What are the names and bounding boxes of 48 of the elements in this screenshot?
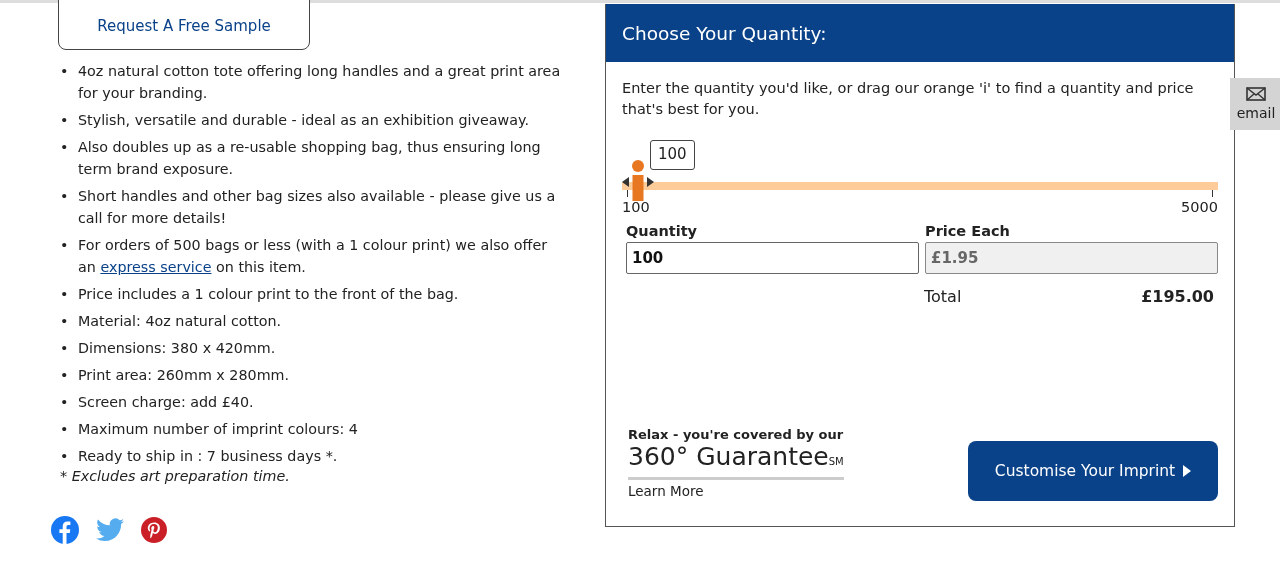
feature-item: Dimensions: 380 x 420mm. [78, 339, 276, 358]
guarantee-intro: Relax - you're covered by our [628, 427, 844, 442]
footnote: * Excludes art preparation time. [60, 468, 291, 484]
price-label: Price Each [925, 223, 1011, 239]
bullet: • [60, 312, 70, 331]
total-value: £195.00 [1141, 287, 1214, 306]
price-field: £1.95 [925, 242, 1218, 274]
feature-item: 4oz natural cotton tote offering long handles and a great print area for your branding. [78, 62, 561, 103]
bullet: • [60, 447, 70, 466]
intro-text: Enter the quantity you'd like, or drag our orange 'i' to find a quantity and price that's best for you. [622, 79, 1195, 119]
feature-item: Print area: 260mm x 280mm. [78, 366, 290, 385]
bullet: • [60, 62, 70, 81]
slider-handle[interactable] [620, 159, 656, 201]
customise-imprint-button[interactable]: Customise Your Imprint [968, 441, 1218, 501]
min-label: 100 [622, 199, 650, 215]
feature-item: Also doubles up as a re-usable shopping bag, thus ensuring long term brand exposure. [78, 138, 542, 179]
quantity-field[interactable]: 100 [626, 242, 919, 274]
request-sample-button[interactable]: Request A Free Sample [58, 0, 310, 50]
express-service-link[interactable]: express service [100, 259, 212, 275]
bullet: • [60, 339, 70, 358]
bullet: • [60, 236, 70, 255]
total-label: Total [924, 287, 962, 306]
email-tab[interactable]: email [1230, 78, 1280, 130]
feature-item: Maximum number of imprint colours: 4 [78, 420, 358, 439]
facebook-icon[interactable] [51, 516, 79, 544]
feature-item: Screen charge: add £40. [78, 393, 254, 412]
bullet: • [60, 111, 70, 130]
guarantee-title: 360° GuaranteeSM [628, 442, 844, 480]
learn-more-link[interactable]: Learn More [628, 483, 844, 499]
bullet: • [60, 138, 70, 157]
envelope-icon [1246, 87, 1266, 101]
feature-item: Price includes a 1 colour print to the front of the bag. [78, 285, 459, 304]
quantity-label: Quantity [626, 223, 699, 239]
bullet: • [60, 393, 70, 412]
feature-item: Stylish, versatile and durable - ideal as an exhibition giveaway. [78, 111, 529, 130]
feature-item: Material: 4oz natural cotton. [78, 312, 282, 331]
panel-title: Choose Your Quantity: [622, 22, 827, 44]
feature-item: Ready to ship in : 7 business days *. [78, 447, 338, 466]
max-label: 5000 [1181, 199, 1218, 215]
caret-icon [1183, 465, 1192, 477]
bullet: • [60, 285, 70, 304]
feature-item: For orders of 500 bags or less (with a 1 colour print) we also offer an express service on this item. [78, 236, 549, 277]
pinterest-icon[interactable] [141, 517, 167, 543]
bullet: • [60, 187, 70, 206]
bullet: • [60, 420, 70, 439]
bullet: • [60, 366, 70, 385]
feature-item: Short handles and other bag sizes also available - please give us a call for more details! [78, 187, 557, 228]
bird-icon[interactable] [96, 518, 124, 542]
